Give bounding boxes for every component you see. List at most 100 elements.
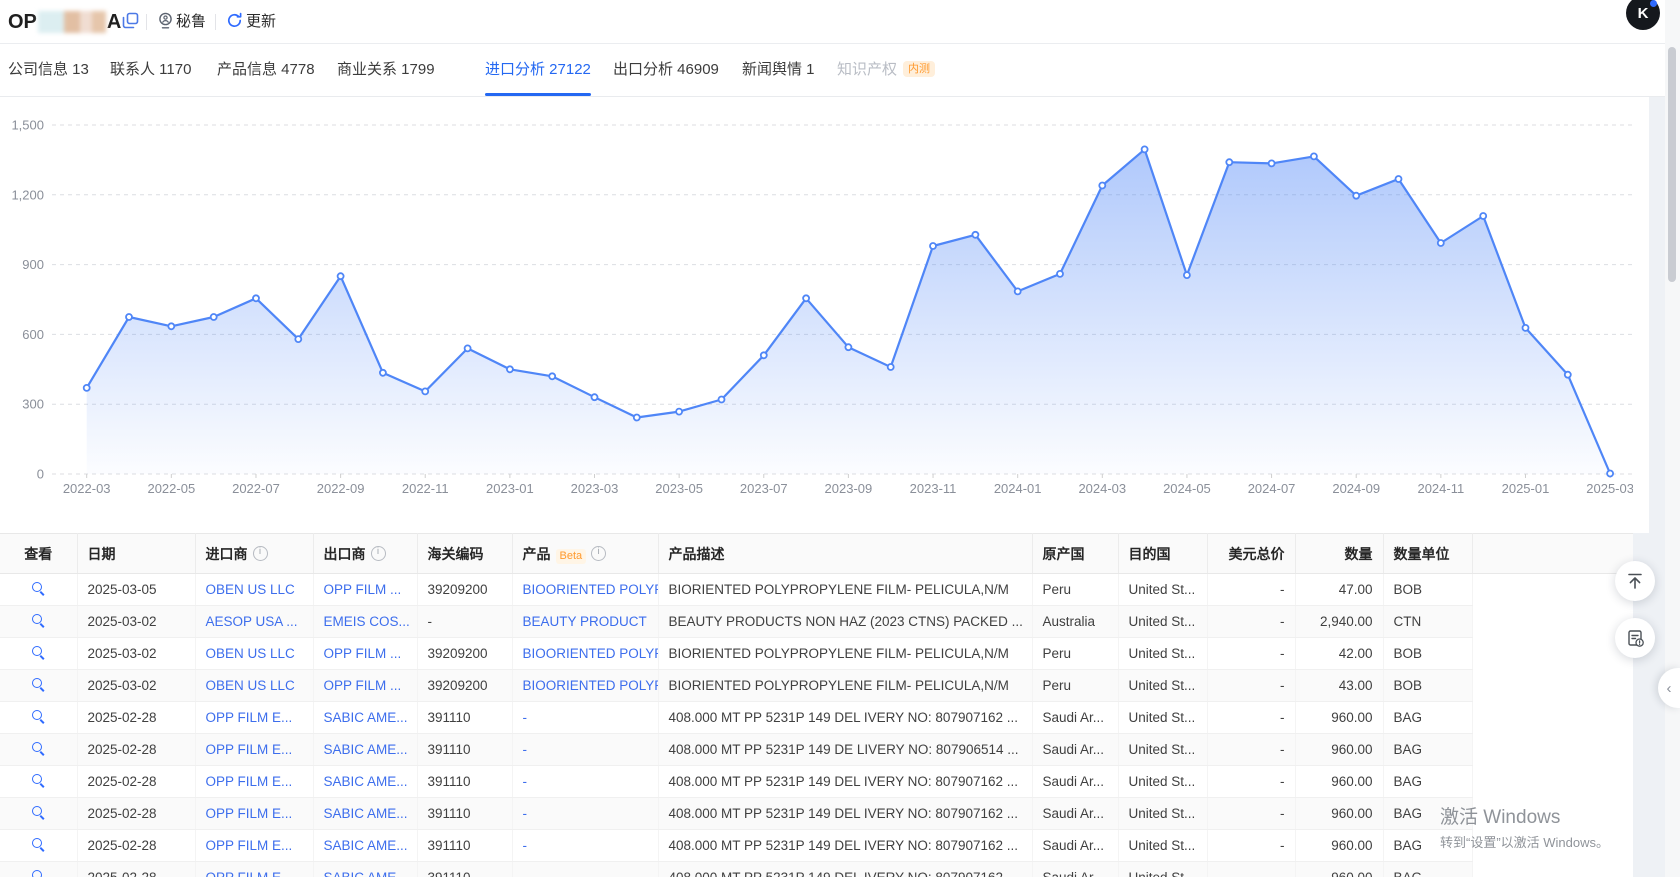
cell-product-value[interactable]: - bbox=[523, 838, 528, 853]
cell-importer: OPP FILM E... bbox=[195, 830, 313, 862]
cell-origin: Peru bbox=[1032, 670, 1118, 702]
cell-exporter-value[interactable]: SABIC AME... bbox=[324, 838, 408, 853]
scrollbar-thumb[interactable] bbox=[1668, 47, 1676, 282]
tab-export-analysis[interactable]: 出口分析 46909 bbox=[613, 44, 719, 96]
x-axis-tick-label: 2023-01 bbox=[486, 481, 534, 496]
user-avatar[interactable]: K bbox=[1626, 0, 1660, 30]
cell-importer-value[interactable]: OPP FILM E... bbox=[206, 838, 293, 853]
cell-origin-value: Australia bbox=[1043, 614, 1096, 629]
cell-view bbox=[0, 574, 77, 606]
cell-unit: BAG bbox=[1383, 798, 1472, 830]
cell-product-value[interactable]: - bbox=[523, 742, 528, 757]
cell-quantity-value: 47.00 bbox=[1339, 582, 1373, 597]
cell-date: 2025-03-02 bbox=[77, 670, 195, 702]
x-axis-tick-label: 2022-11 bbox=[402, 481, 449, 496]
cell-quantity-value: 42.00 bbox=[1339, 646, 1373, 661]
cell-unit: CTN bbox=[1383, 606, 1472, 638]
cell-filler bbox=[1472, 670, 1633, 702]
cell-hs_code-value: 391110 bbox=[428, 742, 471, 757]
cell-importer-value[interactable]: OBEN US LLC bbox=[206, 678, 295, 693]
cell-product-value[interactable]: BIOORIENTED POLYPR... bbox=[523, 646, 659, 661]
info-icon[interactable] bbox=[371, 546, 386, 561]
cell-product-value[interactable]: - bbox=[523, 870, 528, 877]
refresh-icon[interactable] bbox=[226, 12, 243, 34]
tab-contacts[interactable]: 联系人 1170 bbox=[110, 44, 191, 96]
cell-exporter-value[interactable]: OPP FILM ... bbox=[324, 646, 402, 661]
cell-hs_code: 391110 bbox=[417, 798, 512, 830]
cell-product-value[interactable]: - bbox=[523, 806, 528, 821]
cell-exporter-value[interactable]: EMEIS COS... bbox=[324, 614, 410, 629]
view-details-magnifier-icon[interactable] bbox=[31, 645, 46, 660]
cell-product-value[interactable]: - bbox=[523, 710, 528, 725]
cell-origin: Saudi Ar... bbox=[1032, 862, 1118, 877]
cell-usd_total: - bbox=[1207, 766, 1295, 798]
cell-product: BIOORIENTED POLYPR... bbox=[512, 670, 658, 702]
cell-origin-value: Saudi Ar... bbox=[1043, 806, 1105, 821]
tab-trade-relations[interactable]: 商业关系 1799 bbox=[337, 44, 435, 96]
cell-description: BEAUTY PRODUCTS NON HAZ (2023 CTNS) PACK… bbox=[658, 606, 1032, 638]
cell-exporter-value[interactable]: SABIC AME... bbox=[324, 710, 408, 725]
data-point-marker bbox=[592, 394, 598, 400]
cell-importer-value[interactable]: OPP FILM E... bbox=[206, 806, 293, 821]
view-details-magnifier-icon[interactable] bbox=[31, 581, 46, 596]
cell-exporter-value[interactable]: SABIC AME... bbox=[324, 806, 408, 821]
view-details-magnifier-icon[interactable] bbox=[31, 709, 46, 724]
tab-label: 出口分析 46909 bbox=[613, 61, 719, 78]
cell-importer-value[interactable]: OPP FILM E... bbox=[206, 774, 293, 789]
cell-exporter-value[interactable]: OPP FILM ... bbox=[324, 582, 402, 597]
cell-exporter: OPP FILM ... bbox=[313, 670, 417, 702]
cell-date-value: 2025-02-28 bbox=[88, 838, 157, 853]
cell-usd_total: - bbox=[1207, 830, 1295, 862]
cell-usd_total: - bbox=[1207, 606, 1295, 638]
cell-importer-value[interactable]: AESOP USA ... bbox=[206, 614, 298, 629]
cell-importer-value[interactable]: OBEN US LLC bbox=[206, 582, 295, 597]
scrollbar-track[interactable] bbox=[1665, 0, 1680, 877]
cell-date: 2025-02-28 bbox=[77, 798, 195, 830]
table-row: 2025-02-28 OPP FILM E... SABIC AME... 39111… bbox=[0, 830, 1633, 862]
tab-ip[interactable]: 知识产权内测 bbox=[837, 44, 935, 96]
location-label[interactable]: 秘鲁 bbox=[176, 12, 206, 32]
data-point-marker bbox=[930, 243, 936, 249]
view-details-magnifier-icon[interactable] bbox=[31, 773, 46, 788]
data-point-marker bbox=[719, 397, 725, 403]
view-details-magnifier-icon[interactable] bbox=[31, 805, 46, 820]
view-details-magnifier-icon[interactable] bbox=[31, 869, 46, 877]
info-icon[interactable] bbox=[591, 546, 606, 561]
cell-exporter-value[interactable]: SABIC AME... bbox=[324, 774, 408, 789]
cell-hs_code-value: 391110 bbox=[428, 838, 471, 853]
copy-icon[interactable] bbox=[122, 12, 139, 34]
cell-usd_total-value: - bbox=[1280, 710, 1285, 725]
refresh-button[interactable]: 更新 bbox=[246, 12, 276, 32]
cell-product-value[interactable]: BEAUTY PRODUCT bbox=[523, 614, 647, 629]
tab-products[interactable]: 产品信息 4778 bbox=[217, 44, 315, 96]
info-icon[interactable] bbox=[253, 546, 268, 561]
tab-import-analysis[interactable]: 进口分析 27122 bbox=[485, 44, 591, 96]
cell-importer-value[interactable]: OPP FILM E... bbox=[206, 870, 293, 877]
view-details-magnifier-icon[interactable] bbox=[31, 613, 46, 628]
x-axis-tick-label: 2025-01 bbox=[1502, 481, 1550, 496]
report-button[interactable] bbox=[1615, 618, 1655, 658]
tab-news[interactable]: 新闻舆情 1 bbox=[742, 44, 815, 96]
view-details-magnifier-icon[interactable] bbox=[31, 837, 46, 852]
cell-description-value: BEAUTY PRODUCTS NON HAZ (2023 CTNS) PACK… bbox=[669, 614, 1023, 629]
cell-exporter-value[interactable]: SABIC AME... bbox=[324, 742, 408, 757]
cell-product-value[interactable]: - bbox=[523, 774, 528, 789]
tab-company-info[interactable]: 公司信息 13 bbox=[8, 44, 89, 96]
cell-destination: United St... bbox=[1118, 798, 1207, 830]
cell-importer-value[interactable]: OBEN US LLC bbox=[206, 646, 295, 661]
view-details-magnifier-icon[interactable] bbox=[31, 741, 46, 756]
cell-product-value[interactable]: BIOORIENTED POLYPR... bbox=[523, 678, 659, 693]
column-header-label: 目的国 bbox=[1129, 546, 1171, 562]
cell-view bbox=[0, 606, 77, 638]
cell-exporter-value[interactable]: OPP FILM ... bbox=[324, 678, 402, 693]
cell-hs_code: 39209200 bbox=[417, 574, 512, 606]
cell-importer-value[interactable]: OPP FILM E... bbox=[206, 742, 293, 757]
cell-unit-value: BOB bbox=[1394, 582, 1423, 597]
cell-product-value[interactable]: BIOORIENTED POLYPR... bbox=[523, 582, 659, 597]
cell-exporter-value[interactable]: SABIC AME... bbox=[324, 870, 408, 877]
cell-importer-value[interactable]: OPP FILM E... bbox=[206, 710, 293, 725]
view-details-magnifier-icon[interactable] bbox=[31, 677, 46, 692]
back-to-top-button[interactable] bbox=[1615, 561, 1655, 601]
cell-description: 408.000 MT PP 5231P 149 DEL IVERY NO: 80… bbox=[658, 798, 1032, 830]
data-point-marker bbox=[888, 364, 894, 370]
